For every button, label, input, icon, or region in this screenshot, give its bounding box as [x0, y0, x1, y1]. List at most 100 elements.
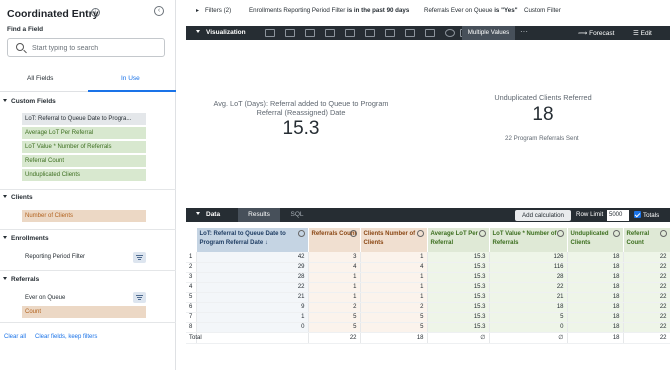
sort-desc-icon[interactable]: ↓ [265, 240, 268, 246]
table-cell[interactable]: 1 [308, 282, 361, 293]
bar-chart-icon[interactable] [305, 29, 315, 37]
group-referrals[interactable]: Referrals [3, 276, 39, 283]
filters-toggle[interactable]: Filters (2) [205, 7, 231, 14]
visualization-label[interactable]: Visualization [206, 29, 246, 36]
table-cell[interactable]: 1 [360, 252, 428, 263]
table-cell[interactable]: 15.3 [427, 262, 490, 273]
table-cell[interactable]: 18 [567, 272, 624, 283]
table-cell[interactable]: 1 [308, 292, 361, 303]
table-cell[interactable]: 22 [623, 262, 670, 273]
table-cell[interactable]: 42 [196, 252, 309, 263]
map-icon[interactable] [405, 29, 415, 37]
table-cell[interactable]: 15.3 [427, 272, 490, 283]
field-referrals-count[interactable]: Count [22, 306, 146, 318]
table-cell[interactable]: 18 [567, 322, 624, 333]
table-cell[interactable]: 29 [196, 262, 309, 273]
tab-in-use[interactable]: In Use [121, 75, 140, 82]
table-cell[interactable]: 18 [567, 262, 624, 273]
column-header-lot[interactable]: LoT: Referral to Queue Date to Program R… [196, 228, 309, 252]
filter-summary-2[interactable]: Referrals Ever on Queue is "Yes" [424, 7, 518, 14]
table-cell[interactable]: 2 [308, 302, 361, 313]
totals-checkbox[interactable]: Totals [634, 211, 659, 219]
tab-all-fields[interactable]: All Fields [27, 75, 53, 82]
pie-icon[interactable] [385, 29, 395, 37]
table-cell[interactable]: 22 [623, 312, 670, 323]
column-header-unduplicated-clients[interactable]: Unduplicated Clients [567, 228, 624, 252]
group-custom-fields[interactable]: Custom Fields [3, 98, 56, 105]
table-cell[interactable]: 18 [567, 252, 624, 263]
caret-down-icon[interactable] [196, 30, 200, 33]
caret-down-icon[interactable] [196, 212, 200, 215]
more-options-icon[interactable]: ··· [520, 27, 528, 36]
table-cell[interactable]: 116 [489, 262, 568, 273]
add-calculation-button[interactable]: Add calculation [515, 209, 571, 221]
table-cell[interactable]: 5 [360, 312, 428, 323]
field-lot-value-times-referrals[interactable]: LoT Value * Number of Referrals [22, 141, 146, 153]
table-cell[interactable]: 21 [196, 292, 309, 303]
table-cell[interactable]: 1 [360, 282, 428, 293]
table-cell[interactable]: 22 [623, 282, 670, 293]
table-cell[interactable]: 18 [489, 302, 568, 313]
clear-all-link[interactable]: Clear all [4, 334, 26, 340]
gear-icon[interactable] [612, 230, 620, 237]
column-header-average-lot[interactable]: Average LoT Per Referral [427, 228, 490, 252]
group-clients[interactable]: Clients [3, 194, 33, 201]
table-cell[interactable]: 5 [308, 312, 361, 323]
filter-icon[interactable] [133, 292, 146, 303]
field-search-input[interactable] [32, 42, 160, 54]
area-icon[interactable] [365, 29, 375, 37]
collapse-left-icon[interactable]: ‹ [154, 6, 164, 16]
table-cell[interactable]: 1 [360, 292, 428, 303]
table-cell[interactable]: 18 [567, 292, 624, 303]
data-label[interactable]: Data [206, 211, 220, 218]
table-cell[interactable]: 18 [567, 302, 624, 313]
table-cell[interactable]: 28 [196, 272, 309, 283]
gear-icon[interactable] [416, 230, 424, 237]
table-cell[interactable]: 22 [196, 282, 309, 293]
table-cell[interactable]: 0 [489, 322, 568, 333]
table-cell[interactable]: 28 [489, 272, 568, 283]
info-icon[interactable]: i [91, 8, 100, 17]
column-chart-icon[interactable] [285, 29, 295, 37]
field-average-lot-per-referral[interactable]: Average LoT Per Referral [22, 127, 146, 139]
table-cell[interactable]: 4 [308, 262, 361, 273]
gear-icon[interactable] [349, 230, 357, 237]
table-cell[interactable]: 22 [623, 292, 670, 303]
table-cell[interactable]: 3 [308, 252, 361, 263]
field-number-of-clients[interactable]: Number of Clients [22, 210, 146, 222]
filter-summary-1[interactable]: Enrollments Reporting Period Filter is i… [249, 7, 409, 14]
table-cell[interactable]: 18 [567, 282, 624, 293]
table-cell[interactable]: 18 [567, 312, 624, 323]
table-cell[interactable]: 5 [360, 322, 428, 333]
tab-results[interactable]: Results [238, 208, 280, 222]
column-header-referral-count[interactable]: Referral Count [623, 228, 670, 252]
table-cell[interactable]: 1 [196, 312, 309, 323]
table-cell[interactable]: 0 [196, 322, 309, 333]
donut-icon[interactable] [425, 29, 435, 37]
row-limit-input[interactable] [607, 209, 629, 221]
gear-icon[interactable] [659, 230, 667, 237]
tab-sql[interactable]: SQL [284, 208, 310, 222]
table-cell[interactable]: 22 [489, 282, 568, 293]
table-icon[interactable] [265, 29, 275, 37]
gear-icon[interactable] [297, 230, 305, 237]
table-cell[interactable]: 22 [623, 322, 670, 333]
chevron-right-icon[interactable]: ▸ [196, 7, 199, 14]
table-cell[interactable]: 22 [623, 252, 670, 263]
table-cell[interactable]: 15.3 [427, 292, 490, 303]
table-cell[interactable]: 15.3 [427, 302, 490, 313]
group-enrollments[interactable]: Enrollments [3, 235, 49, 242]
table-cell[interactable]: 15.3 [427, 282, 490, 293]
field-reporting-period-filter[interactable]: Reporting Period Filter [22, 251, 146, 263]
field-ever-on-queue[interactable]: Ever on Queue [22, 292, 146, 304]
column-header-referrals-count[interactable]: Referrals Count [308, 228, 361, 252]
table-cell[interactable]: 15.3 [427, 312, 490, 323]
table-cell[interactable]: 15.3 [427, 252, 490, 263]
gear-icon[interactable] [478, 230, 486, 237]
table-cell[interactable]: 2 [360, 302, 428, 313]
scatter-icon[interactable] [325, 29, 335, 37]
field-lot-referral-to-queue[interactable]: LoT: Referral to Queue Date to Progra... [22, 113, 146, 125]
table-cell[interactable]: 9 [196, 302, 309, 313]
custom-filter-link[interactable]: Custom Filter [524, 7, 561, 14]
filter-icon[interactable] [133, 252, 146, 263]
